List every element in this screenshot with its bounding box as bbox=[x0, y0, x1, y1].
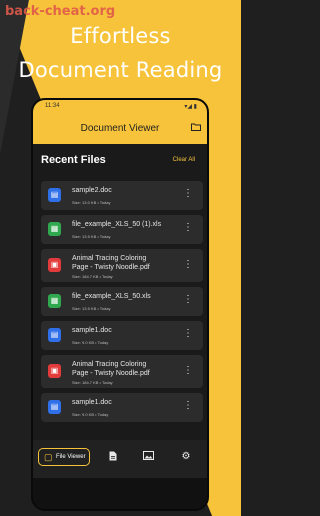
nav-file-viewer-button[interactable]: ▢ File Viewer bbox=[38, 448, 90, 466]
more-options-icon[interactable]: ⋮ bbox=[183, 223, 193, 233]
file-meta: Size: 13.0 KB • Today bbox=[72, 200, 111, 205]
status-bar: 11:34 ▾◢ ▮ bbox=[33, 100, 207, 114]
file-meta: Size: 13.5 KB • Today bbox=[72, 306, 111, 311]
nav-file-viewer-label: File Viewer bbox=[56, 454, 86, 460]
file-meta: Size: 9.0 KB • Today bbox=[72, 340, 109, 345]
clear-all-button[interactable]: Clear All bbox=[173, 157, 195, 163]
doc-file-icon: ▤ bbox=[48, 328, 61, 342]
more-options-icon[interactable]: ⋮ bbox=[183, 295, 193, 305]
file-meta: Size: 9.0 KB • Today bbox=[72, 412, 109, 417]
file-name: sample1.doc bbox=[72, 399, 112, 406]
settings-icon[interactable]: ⚙ bbox=[174, 451, 198, 469]
status-icons: ▾◢ ▮ bbox=[184, 104, 197, 110]
promo-headline-line2: Document Reading bbox=[18, 58, 223, 82]
file-name: file_example_XLS_50.xls bbox=[72, 293, 151, 300]
doc-file-icon: ▤ bbox=[48, 188, 61, 202]
pdf-file-icon: ▣ bbox=[48, 258, 61, 272]
more-options-icon[interactable]: ⋮ bbox=[183, 366, 193, 376]
recent-files-title: Recent Files bbox=[41, 154, 106, 166]
app-bar: Document Viewer bbox=[33, 114, 207, 144]
image-icon[interactable] bbox=[136, 451, 160, 469]
more-options-icon[interactable]: ⋮ bbox=[183, 401, 193, 411]
file-name: sample1.doc bbox=[72, 327, 112, 334]
more-options-icon[interactable]: ⋮ bbox=[183, 189, 193, 199]
folder-icon[interactable] bbox=[191, 123, 201, 133]
recent-files-panel: Recent Files Clear All ▤ sample2.doc Siz… bbox=[33, 144, 207, 440]
file-name: file_example_XLS_50 (1).xls bbox=[72, 221, 162, 228]
more-options-icon[interactable]: ⋮ bbox=[183, 260, 193, 270]
file-card[interactable]: ▤ sample2.doc Size: 13.0 KB • Today ⋮ bbox=[41, 181, 203, 210]
file-name-line2: Page - Twisty Noodle.pdf bbox=[72, 264, 150, 271]
file-card[interactable]: ▤ sample1.doc Size: 9.0 KB • Today ⋮ bbox=[41, 321, 203, 350]
file-name-line1: Animal Tracing Coloring bbox=[72, 361, 147, 368]
file-name-line1: Animal Tracing Coloring bbox=[72, 255, 147, 262]
file-name-line2: Page - Twisty Noodle.pdf bbox=[72, 370, 150, 377]
app-title: Document Viewer bbox=[80, 123, 160, 134]
file-card[interactable]: ▣ Animal Tracing Coloring Page - Twisty … bbox=[41, 355, 203, 388]
phone-frame: 11:34 ▾◢ ▮ Document Viewer Recent Files … bbox=[31, 98, 209, 511]
doc-file-icon: ▤ bbox=[48, 400, 61, 414]
more-options-icon[interactable]: ⋮ bbox=[183, 329, 193, 339]
document-icon[interactable] bbox=[101, 451, 125, 469]
file-name: sample2.doc bbox=[72, 187, 112, 194]
status-time: 11:34 bbox=[45, 103, 60, 109]
xls-file-icon: ▦ bbox=[48, 294, 61, 308]
file-card[interactable]: ▣ Animal Tracing Coloring Page - Twisty … bbox=[41, 249, 203, 282]
xls-file-icon: ▦ bbox=[48, 222, 61, 236]
pdf-file-icon: ▣ bbox=[48, 364, 61, 378]
bottom-navigation: ▢ File Viewer ⚙ bbox=[33, 440, 207, 478]
phone-bezel-bottom bbox=[33, 478, 207, 509]
file-card[interactable]: ▤ sample1.doc Size: 9.0 KB • Today ⋮ bbox=[41, 393, 203, 422]
file-meta: Size: 184.7 KB • Today bbox=[72, 274, 113, 279]
file-card[interactable]: ▦ file_example_XLS_50 (1).xls Size: 13.5… bbox=[41, 215, 203, 244]
file-card[interactable]: ▦ file_example_XLS_50.xls Size: 13.5 KB … bbox=[41, 287, 203, 316]
file-meta: Size: 184.7 KB • Today bbox=[72, 380, 113, 385]
promo-headline-line1: Effortless bbox=[70, 24, 171, 48]
file-viewer-icon: ▢ bbox=[44, 452, 53, 462]
file-meta: Size: 13.5 KB • Today bbox=[72, 234, 111, 239]
watermark: back-cheat.org bbox=[5, 4, 116, 19]
